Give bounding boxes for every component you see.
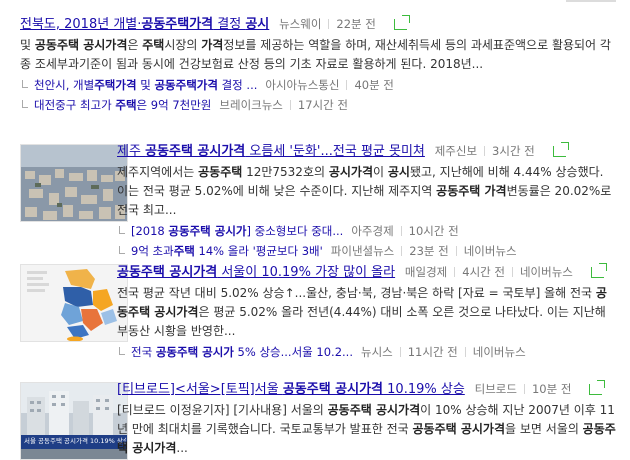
news-body: 제주 공동주택 공시가격 오름세 '둔화'...전국 평균 못미쳐 제주신보 3시… bbox=[117, 141, 616, 260]
news-body: [티브로드]<서울>[토픽]서울 공동주택 공시가격 10.19% 상승 티브로… bbox=[117, 379, 616, 458]
divider bbox=[289, 100, 291, 110]
news-time: 22분 전 bbox=[336, 17, 376, 31]
divider bbox=[455, 246, 457, 256]
news-title-link[interactable]: 전북도, 2018년 개별·공동주택가격 결정 공시 bbox=[20, 17, 269, 32]
related-news-source: 파이낸셜뉴스 bbox=[330, 244, 395, 258]
naver-news-link[interactable]: 네이버뉴스 bbox=[520, 265, 573, 279]
divider bbox=[346, 80, 348, 90]
related-news-source: 뉴시스 bbox=[360, 345, 393, 359]
divider bbox=[464, 347, 466, 357]
news-time: 10분 전 bbox=[531, 382, 572, 396]
related-arrow-icon bbox=[22, 80, 28, 88]
naver-news-link[interactable]: 네이버뉴스 bbox=[464, 244, 517, 258]
related-news-item: [2018 공동주택 공시가] 중소형보다 중대... 아주경제 10시간 전 bbox=[117, 222, 616, 240]
thumbnail-caption: 서울 공동주택 공시가격 10.19% 상승 bbox=[24, 437, 126, 445]
news-thumbnail[interactable] bbox=[20, 144, 128, 222]
naver-news-link[interactable]: 네이버뉴스 bbox=[473, 345, 526, 359]
related-news-source: 아주경제 bbox=[351, 224, 394, 238]
related-arrow-icon bbox=[119, 347, 125, 355]
news-source: 매일경제 bbox=[404, 265, 448, 279]
news-time: 4시간 전 bbox=[462, 265, 505, 279]
divider bbox=[484, 146, 486, 156]
related-news-item: 천안시, 개별주택가격 및 공동주택가격 결정 ... 아시아뉴스통신 40분 전 bbox=[20, 76, 616, 94]
related-news-item: 전국 공동주택 공시가 5% 상승...서울 10.2... 뉴시스 11시간 전 네… bbox=[117, 343, 616, 361]
related-news-time: 23분 전 bbox=[409, 244, 449, 258]
related-news-link[interactable]: [2018 공동주택 공시가] 중소형보다 중대... bbox=[131, 224, 343, 238]
divider bbox=[401, 246, 403, 256]
news-description: [티브로드 이정윤기자] [기사내용] 서울의 공동주택 공시가격이 10% 상… bbox=[117, 403, 616, 455]
divider bbox=[328, 19, 330, 29]
share-icon[interactable] bbox=[589, 380, 606, 395]
related-news-time: 10시간 전 bbox=[408, 224, 459, 238]
related-news-link[interactable]: 9억 초과주택 14% 올라 '평균보다 3배' bbox=[131, 244, 323, 258]
related-arrow-icon bbox=[119, 246, 125, 254]
related-news-link[interactable]: 천안시, 개별주택가격 및 공동주택가격 결정 ... bbox=[34, 78, 257, 92]
divider bbox=[511, 267, 513, 277]
news-body: 공동주택 공시가격 서울이 10.19% 가장 많이 올라 매일경제 4시간 전네… bbox=[117, 262, 616, 361]
news-time: 3시간 전 bbox=[492, 144, 535, 158]
news-body: 전북도, 2018년 개별·공동주택가격 결정 공시 뉴스웨이 22분 전 및 공… bbox=[20, 14, 616, 114]
share-icon[interactable] bbox=[393, 15, 410, 30]
news-source: 제주신보 bbox=[434, 144, 478, 158]
related-news-item: 대전중구 최고가 주택은 9억 7천만원 브레이크뉴스 17시간 전 bbox=[20, 96, 616, 114]
news-source: 뉴스웨이 bbox=[279, 17, 322, 31]
share-icon[interactable] bbox=[590, 263, 607, 278]
related-news-time: 40분 전 bbox=[354, 78, 394, 92]
news-description: 및 공동주택 공시가격은 주택시장의 가격정보를 제공하는 역할을 하며, 재산… bbox=[20, 38, 611, 71]
divider bbox=[399, 347, 401, 357]
news-description: 제주지역에서는 공동주택 12만7532호의 공시가격이 공시됐고, 지난해에 … bbox=[117, 165, 612, 217]
related-news-source: 브레이크뉴스 bbox=[219, 98, 283, 112]
related-news-time: 17시간 전 bbox=[297, 98, 348, 112]
news-thumbnail[interactable] bbox=[20, 264, 128, 342]
news-title-link[interactable]: [티브로드]<서울>[토픽]서울 공동주택 공시가격 10.19% 상승 bbox=[117, 382, 465, 397]
related-news-time: 11시간 전 bbox=[407, 345, 458, 359]
news-source: 티브로드 bbox=[474, 382, 517, 396]
related-news-link[interactable]: 대전중구 최고가 주택은 9억 7천만원 bbox=[34, 98, 211, 112]
news-description: 전국 평균 작년 대비 5.02% 상승↑...울산, 충남·북, 경남·북은 … bbox=[117, 286, 607, 338]
related-news-item: 9억 초과주택 14% 올라 '평균보다 3배' 파이낸셜뉴스 23분 전 네이버뉴스 bbox=[117, 242, 616, 260]
divider bbox=[454, 267, 456, 277]
divider bbox=[523, 384, 525, 394]
news-title-link[interactable]: 제주 공동주택 공시가격 오름세 '둔화'...전국 평균 못미쳐 bbox=[117, 144, 425, 159]
top-divider bbox=[566, 0, 616, 2]
share-icon[interactable] bbox=[552, 142, 569, 157]
news-thumbnail[interactable]: 서울 공동주택 공시가격 10.19% 상승 bbox=[20, 382, 128, 460]
related-arrow-icon bbox=[22, 100, 28, 108]
related-news-link[interactable]: 전국 공동주택 공시가 5% 상승...서울 10.2... bbox=[131, 345, 353, 359]
related-news-source: 아시아뉴스통신 bbox=[265, 78, 340, 92]
related-arrow-icon bbox=[119, 226, 125, 234]
news-title-link[interactable]: 공동주택 공시가격 서울이 10.19% 가장 많이 올라 bbox=[117, 265, 395, 280]
divider bbox=[400, 226, 402, 236]
